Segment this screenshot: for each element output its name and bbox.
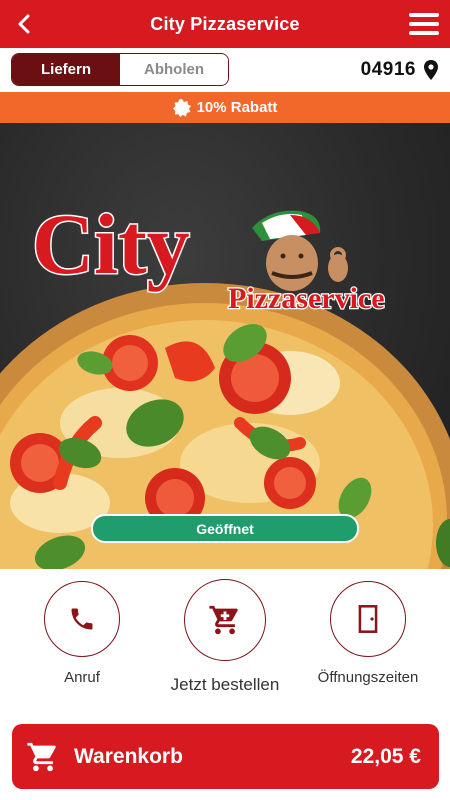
phone-icon <box>71 608 93 630</box>
opening-hours-button[interactable] <box>330 581 406 657</box>
promo-banner: 10% Rabatt <box>0 92 450 123</box>
chevron-left-icon <box>18 14 30 34</box>
cart-label: Warenkorb <box>74 744 183 768</box>
badge-icon <box>172 98 191 117</box>
quick-actions: Anruf Jetzt bestellen Öffnungszeiten <box>0 569 450 719</box>
menu-button[interactable] <box>406 8 442 40</box>
hero-image: City Pizzaservice Geöffnet <box>0 123 450 569</box>
chef-mascot-icon <box>252 210 348 291</box>
map-pin-icon <box>424 60 438 80</box>
back-button[interactable] <box>8 8 40 40</box>
postal-code-selector[interactable]: 04916 <box>361 58 438 82</box>
cart-icon <box>209 605 238 635</box>
cart-icon <box>27 742 56 771</box>
call-button[interactable] <box>44 581 120 657</box>
logo-city-text: City <box>32 196 190 292</box>
logo-pizzaservice-text: Pizzaservice <box>228 282 385 315</box>
door-icon <box>358 605 378 633</box>
order-now-action[interactable]: Jetzt bestellen <box>171 579 279 695</box>
call-label: Anruf <box>64 669 100 686</box>
delivery-option-abholen[interactable]: Abholen <box>120 54 228 85</box>
opening-hours-action[interactable]: Öffnungszeiten <box>318 581 418 686</box>
cart-total: 22,05 € <box>350 744 421 768</box>
delivery-mode-row: Liefern Abholen 04916 <box>0 48 450 92</box>
opening-hours-label: Öffnungszeiten <box>317 669 419 686</box>
delivery-mode-toggle: Liefern Abholen <box>11 53 229 86</box>
order-now-button[interactable] <box>184 579 266 661</box>
order-now-label: Jetzt bestellen <box>170 675 280 694</box>
hamburger-menu-icon <box>409 13 439 35</box>
open-status-button[interactable]: Geöffnet <box>91 514 359 543</box>
cart-icon-wrap <box>26 739 62 775</box>
call-action[interactable]: Anruf <box>44 581 120 686</box>
page-title: City Pizzaservice <box>150 13 300 34</box>
promo-text: 10% Rabatt <box>196 99 278 116</box>
cart-button[interactable]: Warenkorb 22,05 € <box>12 724 439 789</box>
pizza-illustration: City Pizzaservice <box>0 195 450 569</box>
postal-code: 04916 <box>360 59 416 80</box>
delivery-option-liefern[interactable]: Liefern <box>12 54 120 85</box>
app-bar: City Pizzaservice <box>0 0 450 48</box>
